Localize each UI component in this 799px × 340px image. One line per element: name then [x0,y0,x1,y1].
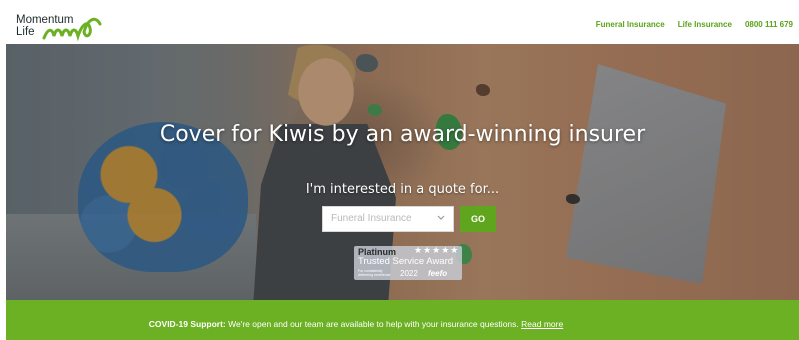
hero-subtitle: I'm interested in a quote for... [305,182,500,197]
site-header: Momentum Life Funeral Insurance Life Ins… [6,8,799,45]
feefo-logo: feefo [428,269,448,278]
momentum-life-logo[interactable]: Momentum Life [16,12,116,42]
hero-title: Cover for Kiwis by an award-winning insu… [159,122,646,147]
covid-banner-text: COVID-19 Support: We're open and our tea… [6,319,706,329]
insurance-type-select-value: Funeral Insurance [331,213,412,224]
nav-funeral-insurance[interactable]: Funeral Insurance [596,20,665,29]
logo-text-life: Life [16,26,35,38]
header-nav: Funeral Insurance Life Insurance 0800 11… [596,20,793,29]
covid-banner-message: We're open and our team are available to… [225,319,522,329]
nav-life-insurance[interactable]: Life Insurance [678,20,732,29]
covid-banner-heading: COVID-19 Support: [148,319,226,329]
chevron-down-icon [437,215,445,220]
insurance-type-select[interactable]: Funeral Insurance [322,206,454,232]
read-more-link[interactable]: Read more [521,319,563,329]
five-stars-icon: ★★★★★ [414,246,460,256]
feefo-award-badge: Platinum ★★★★★ Trusted Service Award For… [354,246,462,280]
go-button[interactable]: GO [460,206,496,232]
logo-swoosh-icon [42,17,102,42]
award-name: Trusted Service Award [358,256,454,267]
covid-support-banner: COVID-19 Support: We're open and our tea… [6,300,799,340]
hero-section: Cover for Kiwis by an award-winning insu… [6,44,799,300]
award-year: 2022 [400,269,418,278]
nav-phone-number[interactable]: 0800 111 679 [745,20,793,29]
award-caption: For consistently delivering excellence [358,269,391,277]
